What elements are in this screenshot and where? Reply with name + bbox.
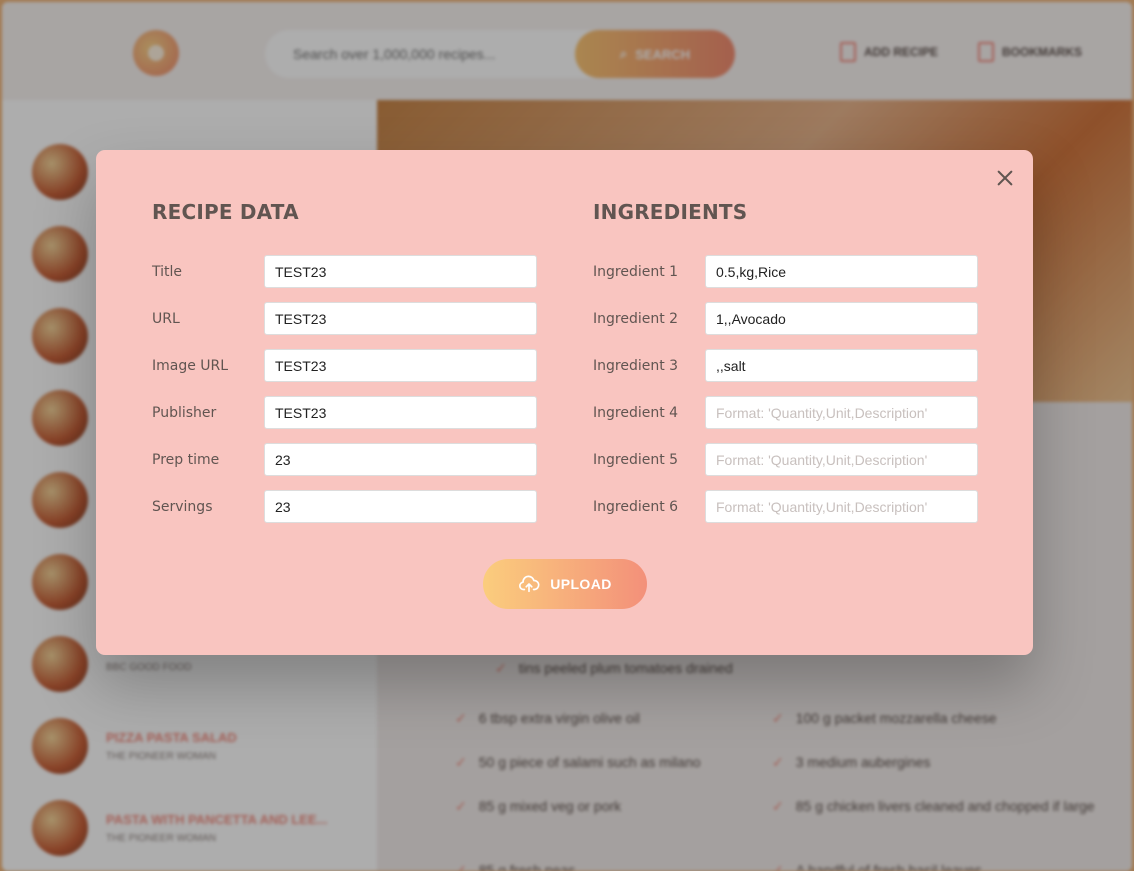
recipe-field-label: Title <box>152 263 183 280</box>
recipe-field-row: Prep time <box>152 443 537 476</box>
add-recipe-window: RECIPE DATA Title URL Image URL Publisher Pr… <box>96 150 1033 655</box>
recipe-field-row: Servings <box>152 490 537 523</box>
close-icon[interactable] <box>991 164 1019 192</box>
recipe-field-input[interactable] <box>264 443 537 476</box>
recipe-field-row: Image URL <box>152 349 537 382</box>
ingredient-field-row: Ingredient 3 <box>593 349 978 382</box>
ingredient-field-label: Ingredient 1 <box>593 263 679 280</box>
recipe-field-row: Title <box>152 255 537 288</box>
recipe-data-column: RECIPE DATA Title URL Image URL Publisher Pr… <box>152 199 537 537</box>
recipe-field-row: URL <box>152 302 537 335</box>
ingredient-field-label: Ingredient 5 <box>593 451 679 468</box>
ingredient-field-input[interactable] <box>705 396 978 429</box>
ingredient-field-row: Ingredient 4 <box>593 396 978 429</box>
recipe-field-input[interactable] <box>264 349 537 382</box>
recipe-field-label: Publisher <box>152 404 217 421</box>
recipe-field-input[interactable] <box>264 490 537 523</box>
recipe-field-input[interactable] <box>264 255 537 288</box>
recipe-field-label: Prep time <box>152 451 220 468</box>
upload-button[interactable]: UPLOAD <box>483 559 647 609</box>
upload-cloud-icon <box>519 575 540 593</box>
ingredient-field-input[interactable] <box>705 349 978 382</box>
recipe-field-input[interactable] <box>264 396 537 429</box>
ingredients-heading: INGREDIENTS <box>593 200 748 224</box>
recipe-data-heading: RECIPE DATA <box>152 200 299 224</box>
ingredient-field-row: Ingredient 2 <box>593 302 978 335</box>
ingredient-field-row: Ingredient 6 <box>593 490 978 523</box>
ingredient-field-input[interactable] <box>705 255 978 288</box>
recipe-field-label: Image URL <box>152 357 229 374</box>
upload-label: UPLOAD <box>550 576 612 592</box>
ingredient-field-row: Ingredient 1 <box>593 255 978 288</box>
ingredients-column: INGREDIENTS Ingredient 1 Ingredient 2 Ingr… <box>593 199 978 537</box>
recipe-field-label: Servings <box>152 498 213 515</box>
recipe-field-row: Publisher <box>152 396 537 429</box>
ingredient-field-input[interactable] <box>705 302 978 335</box>
recipe-field-input[interactable] <box>264 302 537 335</box>
ingredient-field-label: Ingredient 4 <box>593 404 679 421</box>
ingredient-field-input[interactable] <box>705 443 978 476</box>
ingredient-field-label: Ingredient 2 <box>593 310 679 327</box>
recipe-field-label: URL <box>152 310 180 327</box>
ingredient-field-label: Ingredient 6 <box>593 498 679 515</box>
ingredient-field-row: Ingredient 5 <box>593 443 978 476</box>
ingredient-field-label: Ingredient 3 <box>593 357 679 374</box>
ingredient-field-input[interactable] <box>705 490 978 523</box>
